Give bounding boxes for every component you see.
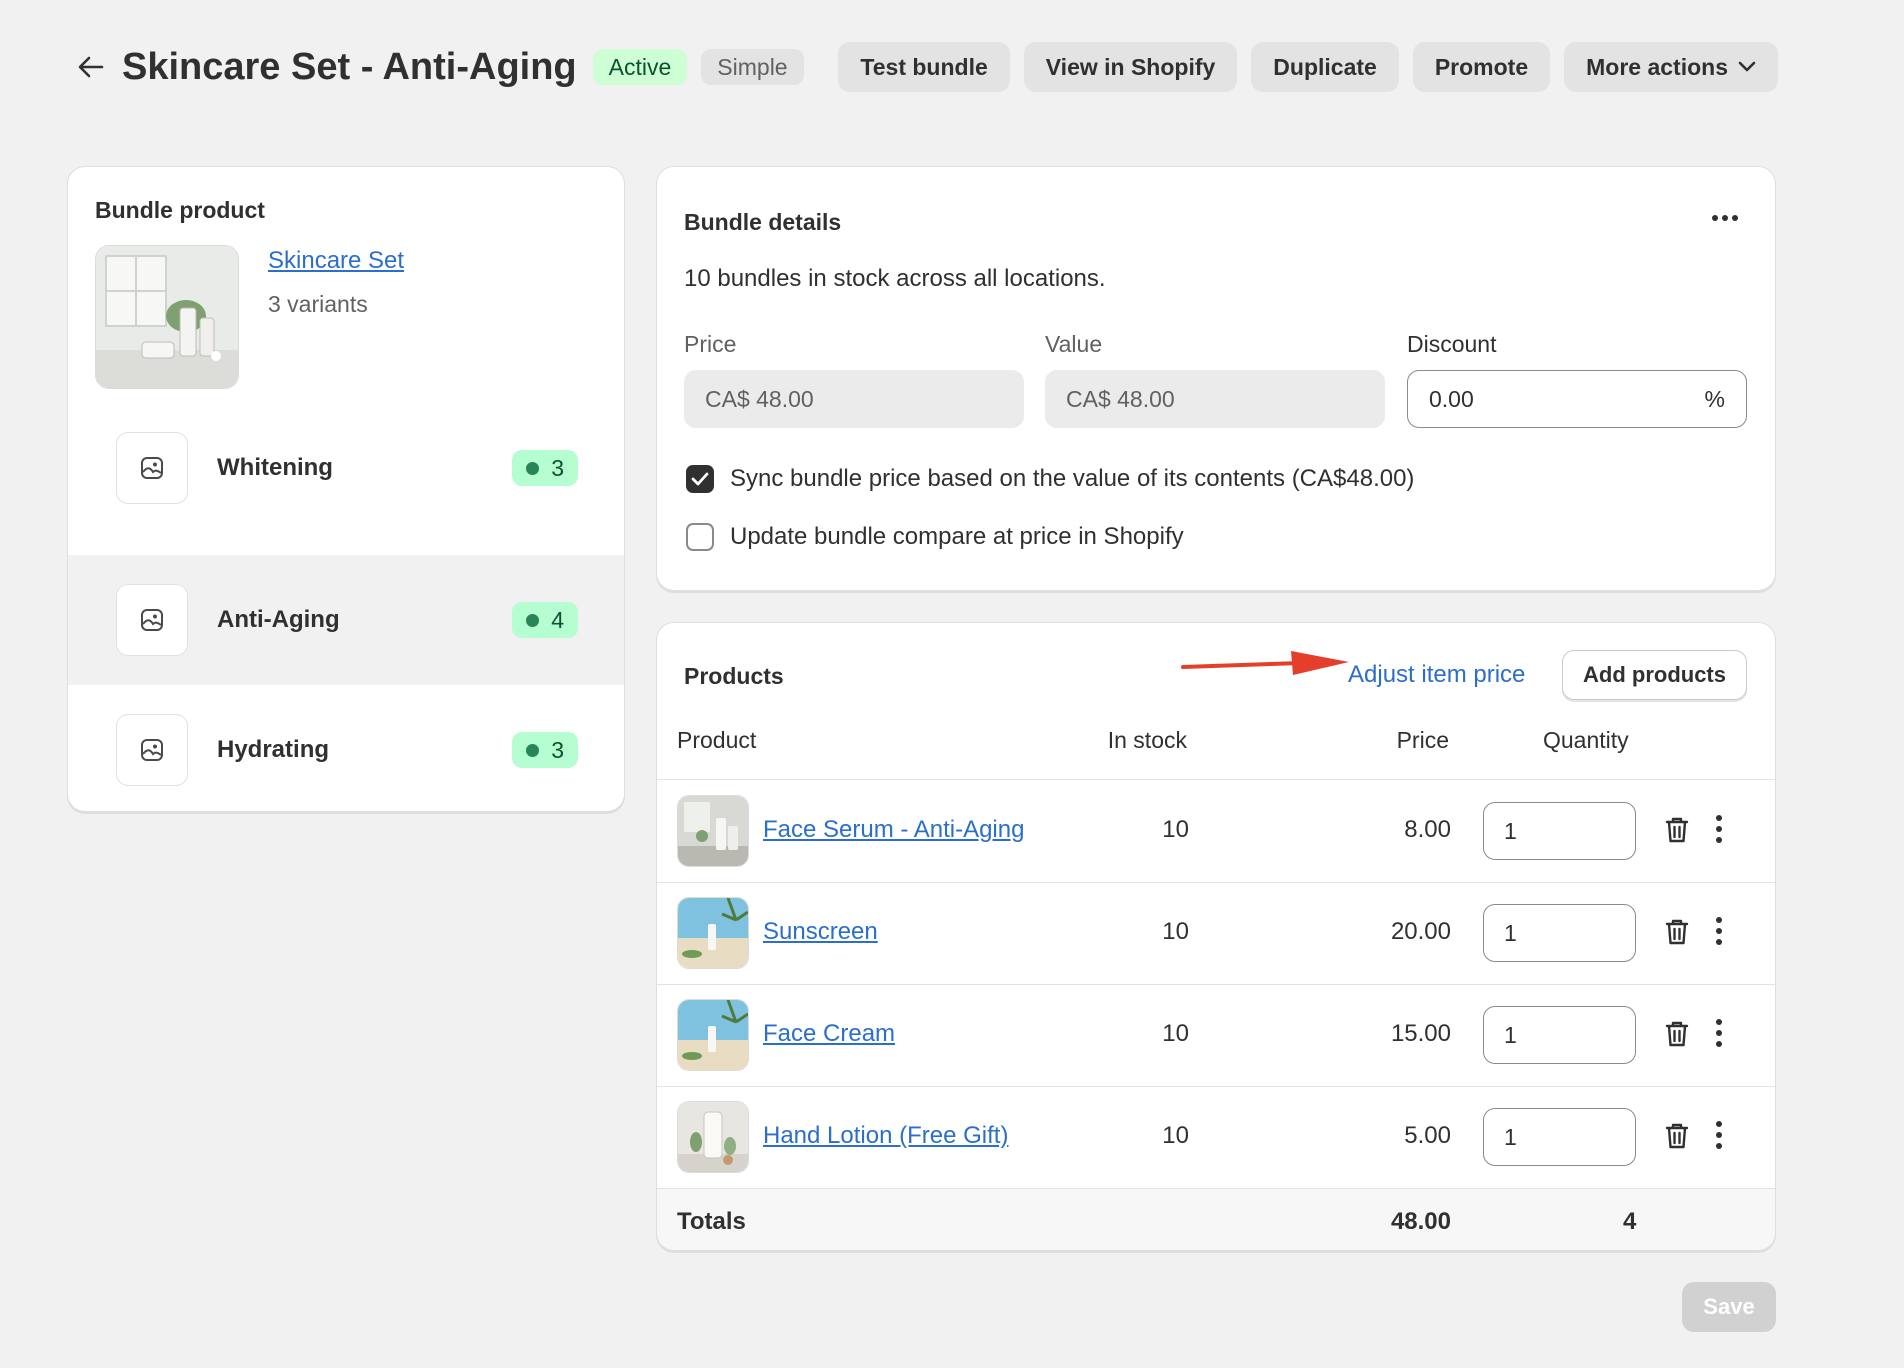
table-divider: [657, 1188, 1775, 1189]
duplicate-button[interactable]: Duplicate: [1251, 42, 1399, 92]
product-stock: 10: [1162, 1122, 1189, 1149]
price-label: Price: [684, 331, 737, 357]
chevron-down-icon: [1738, 61, 1756, 72]
bundle-details-title: Bundle details: [684, 209, 842, 235]
percent-suffix: %: [1704, 385, 1725, 412]
sync-price-label: Sync bundle price based on the value of …: [730, 465, 1415, 492]
product-image: [677, 1101, 749, 1173]
variant-count-badge: 3: [512, 450, 578, 486]
quantity-input[interactable]: 1: [1483, 1006, 1636, 1064]
variant-count: 3: [551, 454, 564, 481]
quantity-input[interactable]: 1: [1483, 904, 1636, 962]
table-row: Face Cream 10 15.00 1: [657, 984, 1775, 1086]
col-header-in-stock: In stock: [1107, 727, 1187, 753]
products-title: Products: [684, 663, 784, 689]
variant-count-badge: 4: [512, 602, 578, 638]
product-price: 8.00: [1404, 816, 1451, 843]
totals-quantity: 4: [1623, 1208, 1637, 1235]
header-actions: Test bundle View in Shopify Duplicate Pr…: [838, 42, 1778, 92]
col-header-product: Product: [677, 727, 757, 753]
totals-row: Totals 48.00 4: [657, 1188, 1775, 1250]
compare-price-label: Update bundle compare at price in Shopif…: [730, 523, 1184, 550]
trash-icon[interactable]: [1664, 1020, 1690, 1053]
trash-icon[interactable]: [1664, 816, 1690, 849]
price-field: CA$ 48.00: [684, 370, 1024, 428]
more-actions-button[interactable]: More actions: [1564, 42, 1778, 92]
product-image: [677, 795, 749, 867]
trash-icon[interactable]: [1664, 918, 1690, 951]
product-stock: 10: [1162, 816, 1189, 843]
page-header: Skincare Set - Anti-Aging Active Simple …: [72, 42, 1778, 92]
discount-input[interactable]: 0.00 %: [1407, 370, 1747, 428]
product-price: 5.00: [1404, 1122, 1451, 1149]
totals-price: 48.00: [1390, 1208, 1451, 1235]
image-placeholder-icon: [116, 432, 188, 504]
variant-item-hydrating[interactable]: Hydrating 3: [68, 685, 624, 811]
discount-value: 0.00: [1429, 385, 1474, 412]
product-price: 15.00: [1390, 1020, 1451, 1047]
product-image: [677, 999, 749, 1071]
view-in-shopify-button[interactable]: View in Shopify: [1023, 42, 1238, 92]
value-label: Value: [1045, 331, 1103, 357]
quantity-input[interactable]: 1: [1483, 1108, 1636, 1166]
adjust-item-price-link[interactable]: Adjust item price: [1348, 661, 1525, 689]
save-button[interactable]: Save: [1682, 1282, 1776, 1332]
bundle-product-link[interactable]: Skincare Set: [268, 247, 404, 275]
product-link[interactable]: Face Serum - Anti-Aging: [763, 816, 1024, 844]
back-arrow-icon[interactable]: [72, 48, 110, 86]
variant-label: Hydrating: [217, 736, 330, 763]
sync-price-option[interactable]: Sync bundle price based on the value of …: [686, 465, 1414, 493]
more-vertical-icon[interactable]: [1715, 1018, 1723, 1053]
variant-count: 3: [551, 736, 564, 763]
product-price: 20.00: [1390, 918, 1451, 945]
bundle-product-card: Bundle product Skincare Set 3 variants W…: [67, 166, 625, 812]
product-link[interactable]: Sunscreen: [763, 918, 878, 946]
discount-label: Discount: [1407, 331, 1497, 357]
sync-price-checkbox[interactable]: [686, 465, 714, 493]
variant-label: Whitening: [217, 454, 333, 481]
add-products-button[interactable]: Add products: [1562, 650, 1747, 700]
variant-label: Anti-Aging: [217, 606, 340, 633]
trash-icon[interactable]: [1664, 1122, 1690, 1155]
page-title: Skincare Set - Anti-Aging: [122, 45, 577, 88]
bundle-details-card: Bundle details 10 bundles in stock acros…: [656, 166, 1776, 591]
promote-button[interactable]: Promote: [1412, 42, 1551, 92]
value-field: CA$ 48.00: [1045, 370, 1385, 428]
table-row: Sunscreen 10 20.00 1: [657, 882, 1775, 984]
col-header-price: Price: [1396, 727, 1449, 753]
bundle-product-title: Bundle product: [95, 197, 265, 223]
test-bundle-button[interactable]: Test bundle: [838, 42, 1010, 92]
more-vertical-icon[interactable]: [1715, 1120, 1723, 1155]
bundle-product-image: [95, 245, 239, 389]
product-image: [677, 897, 749, 969]
stock-summary: 10 bundles in stock across all locations…: [684, 265, 1106, 292]
variant-item-anti-aging[interactable]: Anti-Aging 4: [68, 555, 624, 685]
more-horizontal-icon[interactable]: [1711, 209, 1739, 227]
checkmark-icon: [691, 472, 709, 486]
variant-count: 4: [551, 606, 564, 633]
image-placeholder-icon: [116, 584, 188, 656]
compare-price-option[interactable]: Update bundle compare at price in Shopif…: [686, 523, 1184, 551]
table-row: Face Serum - Anti-Aging 10 8.00 1: [657, 780, 1775, 882]
table-row: Hand Lotion (Free Gift) 10 5.00 1: [657, 1086, 1775, 1188]
product-link[interactable]: Hand Lotion (Free Gift): [763, 1122, 1008, 1150]
product-link[interactable]: Face Cream: [763, 1020, 895, 1048]
type-badge: Simple: [701, 49, 804, 85]
variant-item-whitening[interactable]: Whitening 3: [68, 403, 624, 533]
quantity-input[interactable]: 1: [1483, 802, 1636, 860]
more-actions-label: More actions: [1586, 53, 1728, 80]
variant-count-badge: 3: [512, 732, 578, 768]
annotation-arrow-icon: [1181, 651, 1349, 675]
more-vertical-icon[interactable]: [1715, 814, 1723, 849]
products-card: Products Adjust item price Add products …: [656, 622, 1776, 1251]
more-vertical-icon[interactable]: [1715, 916, 1723, 951]
totals-label: Totals: [677, 1208, 746, 1235]
image-placeholder-icon: [116, 714, 188, 786]
compare-price-checkbox[interactable]: [686, 523, 714, 551]
status-badge: Active: [592, 49, 688, 85]
product-stock: 10: [1162, 918, 1189, 945]
product-stock: 10: [1162, 1020, 1189, 1047]
bundle-variants-count: 3 variants: [268, 291, 368, 317]
col-header-quantity: Quantity: [1543, 727, 1629, 753]
